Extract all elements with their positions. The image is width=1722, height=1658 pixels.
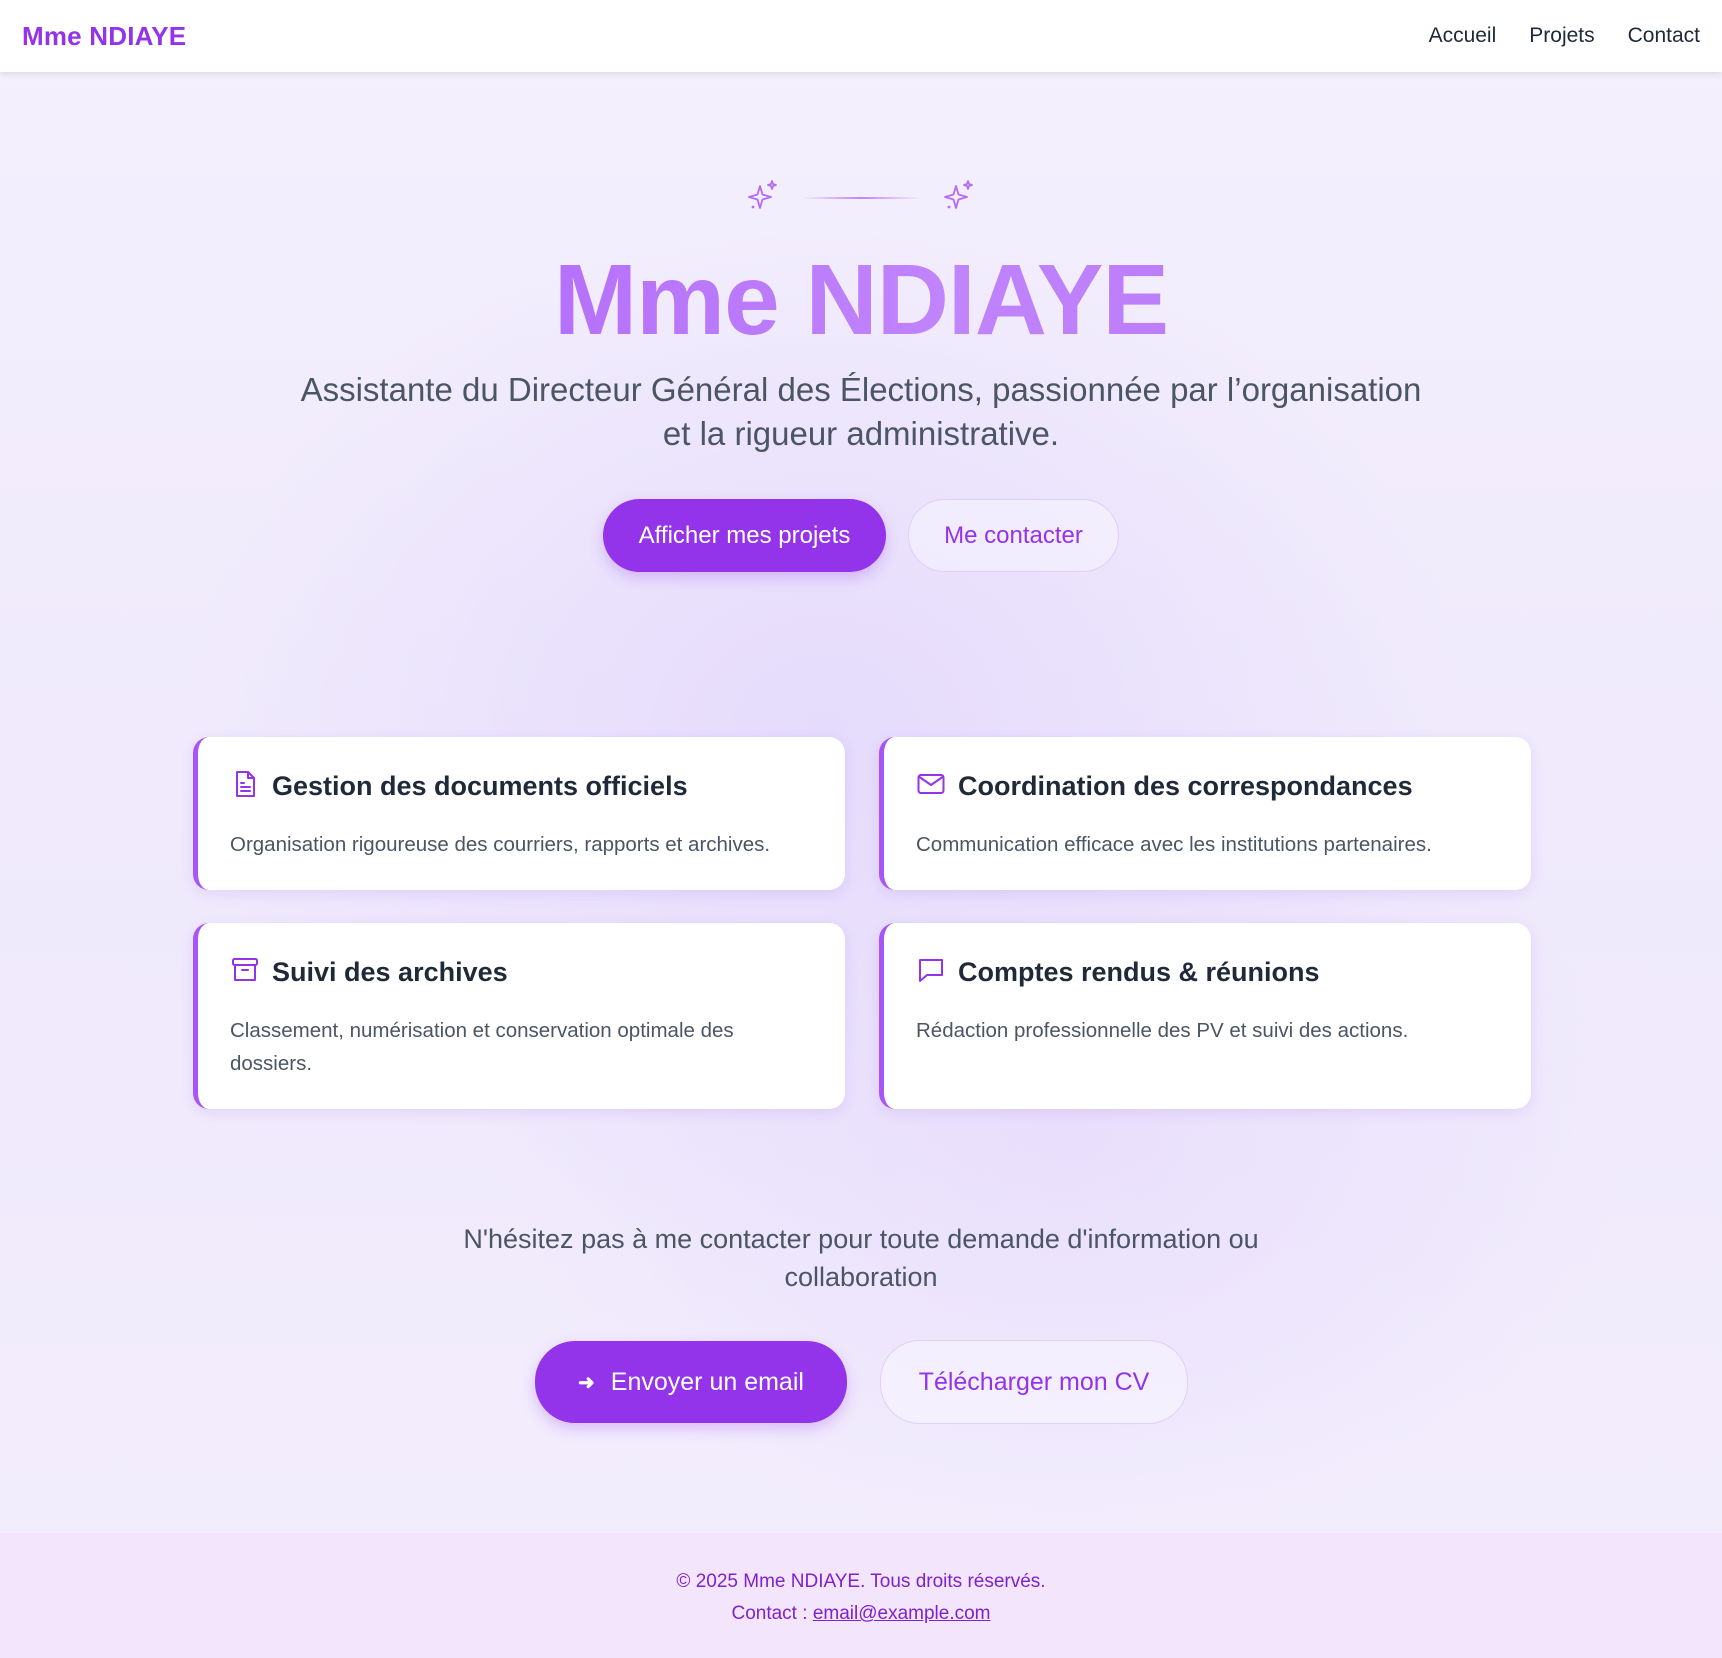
archive-icon xyxy=(230,955,260,990)
card-text: Rédaction professionnelle des PV et suiv… xyxy=(916,1019,1409,1042)
ornament-divider xyxy=(801,197,921,199)
card-title: Gestion des documents officiels xyxy=(272,771,688,801)
card-correspondances: Coordination des correspondances Communi… xyxy=(879,737,1531,890)
sparkles-icon xyxy=(941,178,977,219)
hero-title: Mme NDIAYE xyxy=(0,245,1722,355)
mail-icon xyxy=(916,769,946,804)
card-reunions: Comptes rendus & réunions Rédaction prof… xyxy=(879,923,1531,1109)
footer-email-link[interactable]: email@example.com xyxy=(813,1603,991,1624)
skills-cards: Gestion des documents officiels Organisa… xyxy=(193,737,1531,1109)
footer: © 2025 Mme NDIAYE. Tous droits réservés.… xyxy=(0,1533,1722,1658)
chat-bubble-icon xyxy=(916,955,946,990)
top-navbar: Mme NDIAYE Accueil Projets Contact xyxy=(0,0,1722,72)
nav-link-projets[interactable]: Projets xyxy=(1529,24,1594,48)
brand-logo[interactable]: Mme NDIAYE xyxy=(22,21,186,52)
send-email-button[interactable]: ➜ Envoyer un email xyxy=(535,1341,847,1423)
footer-contact-label: Contact : xyxy=(731,1603,813,1624)
card-title: Comptes rendus & réunions xyxy=(958,957,1320,987)
document-icon xyxy=(230,769,260,804)
footer-copyright: © 2025 Mme NDIAYE. Tous droits réservés. xyxy=(676,1571,1046,1592)
hero-ornament xyxy=(0,178,1722,218)
arrow-right-icon: ➜ xyxy=(578,1371,595,1394)
card-title: Suivi des archives xyxy=(272,957,508,987)
nav-link-accueil[interactable]: Accueil xyxy=(1429,24,1497,48)
contact-invitation: N'hésitez pas à me contacter pour toute … xyxy=(463,1224,1259,1292)
card-archives: Suivi des archives Classement, numérisat… xyxy=(193,923,845,1109)
card-text: Organisation rigoureuse des courriers, r… xyxy=(230,833,771,856)
card-title: Coordination des correspondances xyxy=(958,771,1413,801)
sparkles-icon xyxy=(745,178,781,219)
footer-contact: Contact : email@example.com xyxy=(0,1603,1722,1625)
main-nav: Accueil Projets Contact xyxy=(1429,24,1700,48)
contact-me-button[interactable]: Me contacter xyxy=(908,499,1119,572)
download-cv-button[interactable]: Télécharger mon CV xyxy=(880,1340,1188,1424)
card-text: Communication efficace avec les institut… xyxy=(916,833,1432,856)
show-projects-button[interactable]: Afficher mes projets xyxy=(603,499,886,572)
hero-subtitle: Assistante du Directeur Général des Élec… xyxy=(300,371,1422,452)
card-documents: Gestion des documents officiels Organisa… xyxy=(193,737,845,890)
card-text: Classement, numérisation et conservation… xyxy=(230,1019,734,1075)
send-email-label: Envoyer un email xyxy=(610,1367,804,1396)
nav-link-contact[interactable]: Contact xyxy=(1628,24,1700,48)
